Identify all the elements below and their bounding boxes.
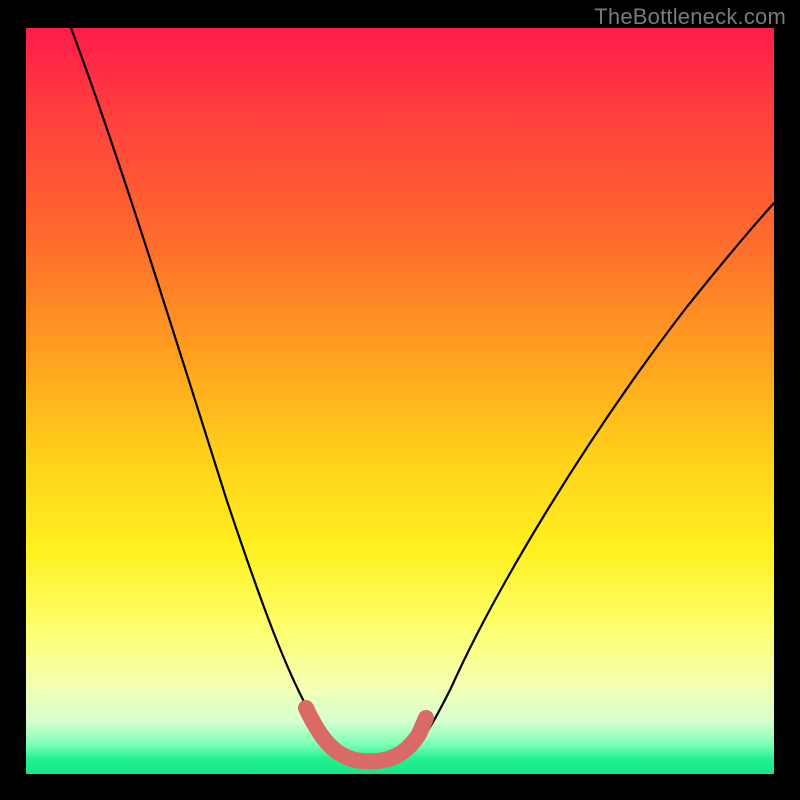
- bottleneck-curve: [71, 28, 774, 759]
- curve-layer: [26, 28, 774, 774]
- trough-highlight: [306, 708, 426, 761]
- plot-area: [26, 28, 774, 774]
- watermark-text: TheBottleneck.com: [594, 4, 786, 30]
- chart-frame: TheBottleneck.com: [0, 0, 800, 800]
